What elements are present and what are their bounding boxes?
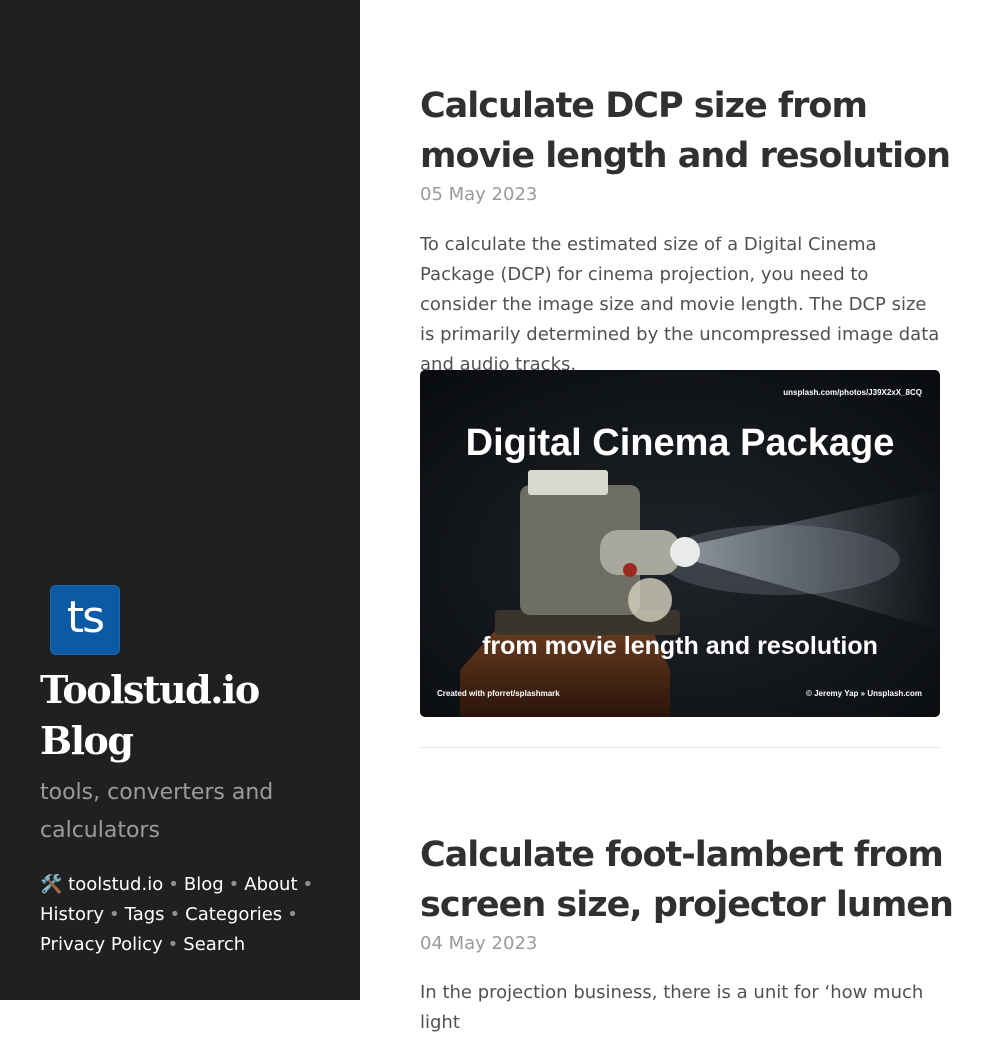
nav-separator: • — [109, 904, 120, 925]
sidebar: ts Toolstud.io Blog tools, converters an… — [0, 0, 360, 1000]
image-heading: Digital Cinema Package — [465, 422, 895, 464]
post-divider — [420, 747, 940, 748]
logo-text: ts — [66, 592, 105, 643]
image-credit-right: © Jeremy Yap » Unsplash.com — [805, 689, 922, 698]
post-title[interactable]: Calculate foot-lambert from screen size,… — [420, 830, 960, 930]
image-credit-left: Created with pforret/splashmark — [437, 689, 560, 698]
post-title[interactable]: Calculate DCP size from movie length and… — [420, 81, 960, 181]
nav-link-toolstudio[interactable]: 🛠️ toolstud.io — [40, 874, 163, 895]
sidebar-nav: 🛠️ toolstud.io • Blog • About • History • Tags •… — [40, 870, 330, 960]
image-source-url: unsplash.com/photos/J39X2xX_8CQ — [783, 388, 922, 397]
post-hero-image[interactable]: unsplash.com/photos/J39X2xX_8CQ Digital … — [420, 370, 940, 717]
post-excerpt: In the projection business, there is a u… — [420, 982, 924, 1033]
nav-link-categories[interactable]: Categories — [185, 904, 282, 925]
nav-separator: • — [168, 874, 179, 895]
site-title[interactable]: Toolstud.io Blog — [40, 664, 340, 766]
nav-link-about[interactable]: About — [244, 874, 297, 895]
site-tagline: tools, converters and calculators — [40, 780, 274, 843]
post-date: 05 May 2023 — [420, 184, 538, 205]
site-logo[interactable]: ts — [50, 585, 120, 655]
nav-link-history[interactable]: History — [40, 904, 104, 925]
nav-separator: • — [167, 934, 179, 955]
nav-link-search[interactable]: Search — [183, 934, 245, 955]
nav-link-privacy-policy[interactable]: Privacy Policy — [40, 934, 163, 955]
nav-separator: • — [228, 874, 240, 895]
post-date: 04 May 2023 — [420, 933, 538, 954]
image-subheading: from movie length and resolution — [482, 632, 878, 660]
nav-separator: • — [287, 904, 298, 925]
nav-separator: • — [169, 904, 181, 925]
nav-link-tags[interactable]: Tags — [125, 904, 165, 925]
post-excerpt: To calculate the estimated size of a Dig… — [420, 234, 940, 375]
nav-link-blog[interactable]: Blog — [184, 874, 224, 895]
nav-separator: • — [302, 874, 314, 895]
